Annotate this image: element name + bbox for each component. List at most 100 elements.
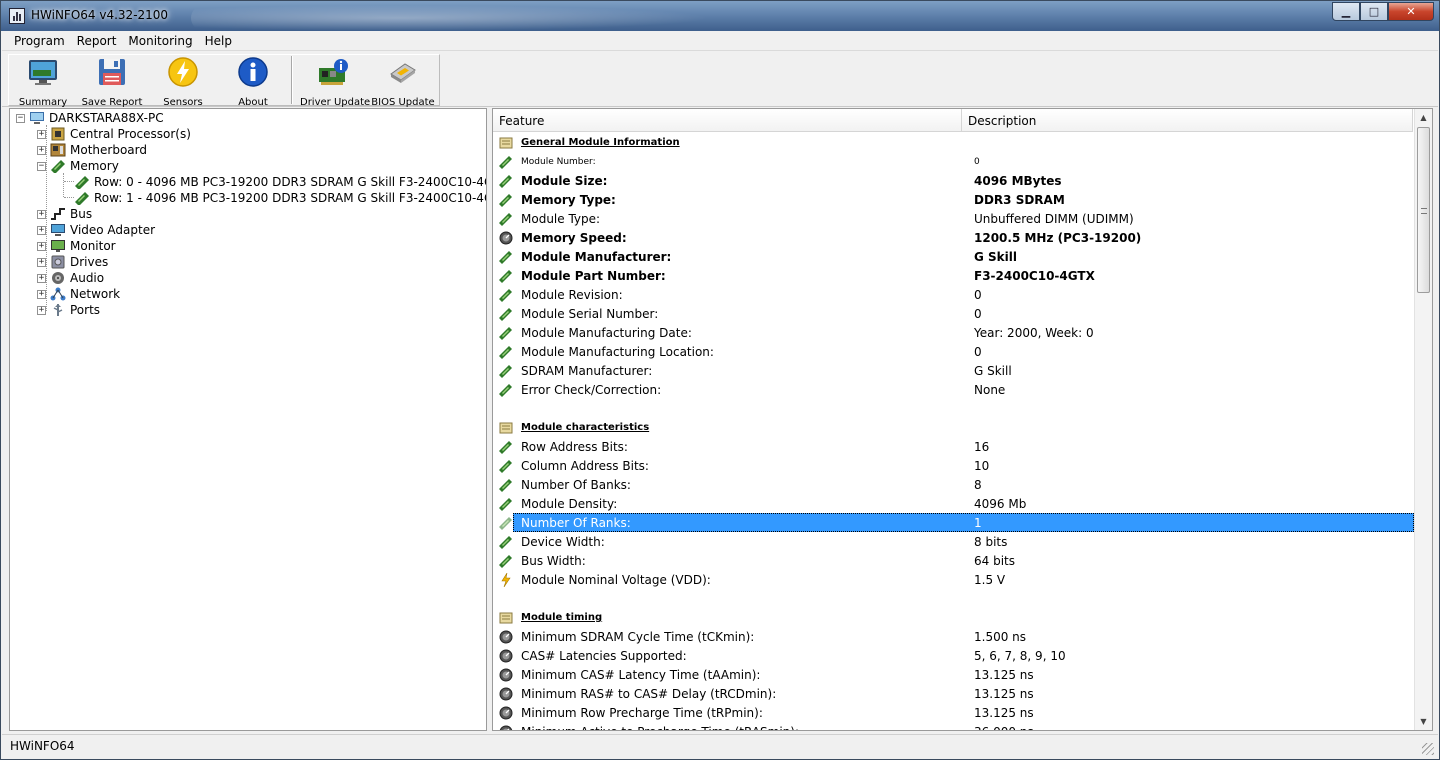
table-row[interactable]: Number Of Banks: 8 [493, 475, 1414, 494]
sensors-button[interactable]: Sensors [150, 56, 216, 108]
table-row[interactable]: Error Check/Correction: None [493, 380, 1414, 399]
table-row[interactable]: Number Of Ranks: 1 [499, 513, 1414, 532]
table-row[interactable]: Module Number: 0 [493, 152, 1414, 171]
table-row[interactable]: Minimum CAS# Latency Time (tAAmin): 13.12… [493, 665, 1414, 684]
tree-item-drives[interactable]: + Drives [37, 254, 108, 270]
tree-item-label: Monitor [70, 239, 116, 253]
scroll-down-arrow-icon[interactable]: ▼ [1415, 713, 1432, 730]
collapse-icon[interactable]: − [16, 113, 25, 123]
description-cell: Unbuffered DIMM (UDIMM) [974, 211, 1134, 226]
app-icon[interactable] [9, 8, 25, 24]
tree-root-label: DARKSTARA88X-PC [49, 111, 164, 125]
scroll-up-arrow-icon[interactable]: ▲ [1415, 109, 1432, 126]
table-row[interactable]: Module Manufacturer: G Skill [493, 247, 1414, 266]
tree-line [64, 181, 74, 182]
description-cell: G Skill [974, 363, 1012, 378]
table-row[interactable]: Minimum Active to Precharge Time (tRASmi… [493, 722, 1414, 730]
section-header-row[interactable]: Module characteristics [493, 418, 1414, 437]
feature-cell: Module Manufacturing Date: [521, 325, 692, 340]
table-row[interactable]: Module Part Number: F3-2400C10-4GTX [493, 266, 1414, 285]
table-row[interactable]: Module Size: 4096 MBytes [493, 171, 1414, 190]
driver-update-button-label: Driver Update [300, 97, 371, 108]
save-report-button[interactable]: Save Report [79, 56, 145, 108]
expand-icon[interactable]: + [37, 257, 46, 267]
tree-item-memory[interactable]: − Memory [37, 158, 119, 174]
about-button-label: About [238, 97, 268, 108]
video-adapter-icon [51, 224, 65, 236]
scrollbar-thumb[interactable] [1417, 127, 1430, 293]
column-header-feature[interactable]: Feature [493, 109, 962, 131]
table-row[interactable]: Module Manufacturing Location: 0 [493, 342, 1414, 361]
table-row[interactable]: Minimum SDRAM Cycle Time (tCKmin): 1.500 … [493, 627, 1414, 646]
tree-item-memory-row-1[interactable]: Row: 1 - 4096 MB PC3-19200 DDR3 SDRAM G … [74, 190, 486, 206]
list-header: Feature Description [493, 109, 1413, 132]
memory-icon [499, 155, 513, 169]
maximize-button[interactable]: □ [1360, 2, 1388, 21]
expand-icon[interactable]: + [37, 145, 46, 155]
vertical-scrollbar[interactable]: ▲ ▼ [1414, 109, 1432, 730]
tree-item-label: Row: 0 - 4096 MB PC3-19200 DDR3 SDRAM G … [94, 175, 487, 189]
tree-item-audio[interactable]: + Audio [37, 270, 104, 286]
menu-monitoring[interactable]: Monitoring [122, 34, 198, 48]
about-button[interactable]: About [220, 56, 286, 108]
description-cell: Year: 2000, Week: 0 [974, 325, 1094, 340]
table-row[interactable]: Bus Width: 64 bits [493, 551, 1414, 570]
expand-icon[interactable]: + [37, 209, 46, 219]
table-row[interactable]: Memory Speed: 1200.5 MHz (PC3-19200) [493, 228, 1414, 247]
tree-item-motherboard[interactable]: + Motherboard [37, 142, 147, 158]
table-row[interactable]: CAS# Latencies Supported: 5, 6, 7, 8, 9, … [493, 646, 1414, 665]
window-title: HWiNFO64 v4.32-2100 [31, 8, 169, 22]
menu-help[interactable]: Help [199, 34, 238, 48]
driver-update-button[interactable]: Driver Update [300, 56, 371, 108]
table-row[interactable]: Module Type: Unbuffered DIMM (UDIMM) [493, 209, 1414, 228]
table-row[interactable]: Module Serial Number: 0 [493, 304, 1414, 323]
summary-button[interactable]: Summary [10, 56, 76, 108]
table-row[interactable]: Module Nominal Voltage (VDD): 1.5 V [493, 570, 1414, 589]
expand-icon[interactable]: + [37, 129, 46, 139]
title-bar[interactable]: HWiNFO64 v4.32-2100 ▁ □ ✕ [1, 1, 1439, 31]
section-header-row[interactable]: General Module Information [493, 133, 1414, 152]
section-header-row[interactable]: Module timing [493, 608, 1414, 627]
collapse-icon[interactable]: − [37, 161, 46, 171]
table-row[interactable]: Minimum RAS# to CAS# Delay (tRCDmin): 13.… [493, 684, 1414, 703]
table-row[interactable]: Memory Type: DDR3 SDRAM [493, 190, 1414, 209]
table-row[interactable]: Module Manufacturing Date: Year: 2000, We… [493, 323, 1414, 342]
device-tree[interactable]: − DARKSTARA88X-PC + Central Processor(s)… [9, 108, 487, 731]
minimize-button[interactable]: ▁ [1332, 2, 1360, 21]
menu-report[interactable]: Report [71, 34, 123, 48]
table-row[interactable]: Minimum Row Precharge Time (tRPmin): 13.1… [493, 703, 1414, 722]
tree-item-network[interactable]: + Network [37, 286, 120, 302]
tree-item-video-adapter[interactable]: + Video Adapter [37, 222, 155, 238]
memory-icon [499, 288, 513, 302]
bios-update-button[interactable]: BIOS Update [370, 56, 436, 108]
table-row[interactable]: Device Width: 8 bits [493, 532, 1414, 551]
resize-grip[interactable] [1422, 743, 1434, 755]
tree-item-ports[interactable]: + Ports [37, 302, 100, 318]
table-row[interactable]: Row Address Bits: 16 [493, 437, 1414, 456]
close-button[interactable]: ✕ [1388, 2, 1434, 21]
tree-item-memory-row-0[interactable]: Row: 0 - 4096 MB PC3-19200 DDR3 SDRAM G … [74, 174, 487, 190]
expand-icon[interactable]: + [37, 225, 46, 235]
table-row[interactable]: Column Address Bits: 10 [493, 456, 1414, 475]
clock-icon [499, 687, 513, 701]
table-row[interactable]: Module Revision: 0 [493, 285, 1414, 304]
expand-icon[interactable]: + [37, 273, 46, 283]
description-cell: 1200.5 MHz (PC3-19200) [974, 230, 1142, 245]
tree-root[interactable]: − DARKSTARA88X-PC [16, 110, 164, 126]
computer-icon [30, 112, 44, 124]
expand-icon[interactable]: + [37, 305, 46, 315]
tree-item-monitor[interactable]: + Monitor [37, 238, 116, 254]
expand-icon[interactable]: + [37, 241, 46, 251]
column-header-description[interactable]: Description [962, 109, 1413, 131]
tree-item-cpu[interactable]: + Central Processor(s) [37, 126, 191, 142]
feature-cell: Module Number: [521, 156, 596, 167]
feature-cell: Memory Speed: [521, 230, 627, 245]
table-row[interactable]: Module Density: 4096 Mb [493, 494, 1414, 513]
expand-icon[interactable]: + [37, 289, 46, 299]
details-list[interactable]: Feature Description General Module Infor… [492, 108, 1433, 731]
tree-item-bus[interactable]: + Bus [37, 206, 92, 222]
memory-icon [75, 176, 89, 189]
feature-cell: Module Type: [521, 211, 601, 226]
table-row[interactable]: SDRAM Manufacturer: G Skill [493, 361, 1414, 380]
menu-program[interactable]: Program [8, 34, 71, 48]
